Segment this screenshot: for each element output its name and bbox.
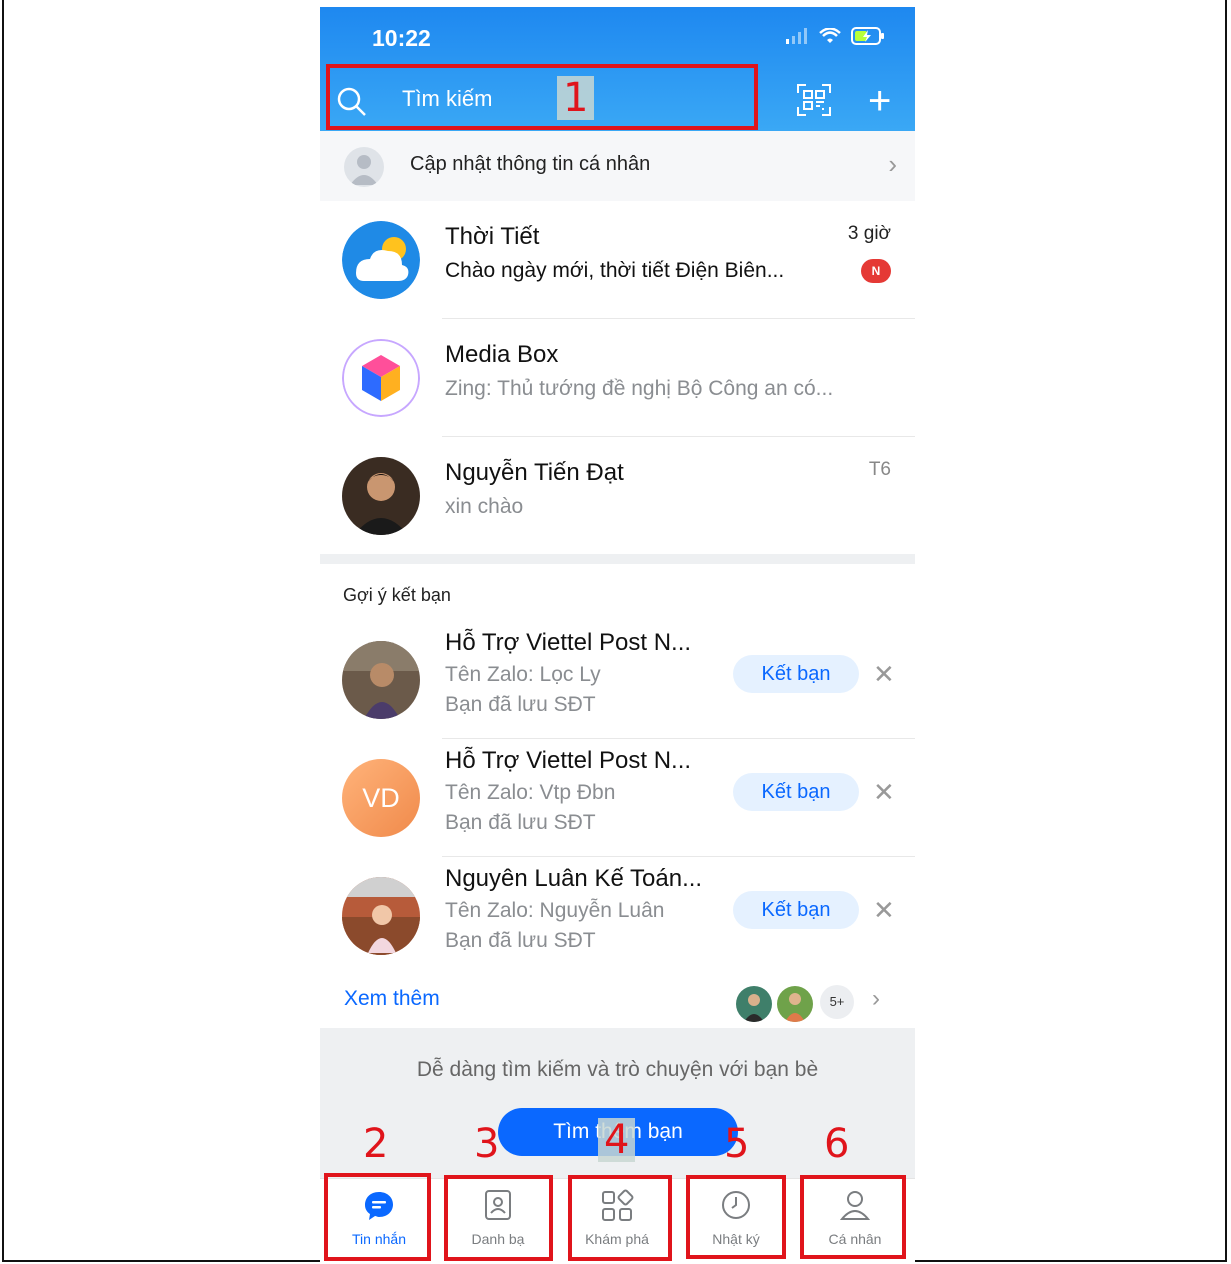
annotation-box-contacts [444,1175,553,1261]
chat-preview: xin chào [445,495,524,518]
chat-preview: Zing: Thủ tướng đề nghị Bộ Công an có... [445,377,834,400]
annotation-number: 4 [598,1118,636,1162]
media-box-avatar [342,339,420,417]
battery-icon [851,27,884,45]
weather-avatar [342,221,420,299]
status-time: 10:22 [372,25,431,51]
user-avatar [342,877,420,955]
annotation-number: 1 [557,76,595,120]
see-more-row[interactable]: Xem thêm 5+ › [320,977,915,1027]
add-friend-button[interactable]: Kết bạn [733,655,859,693]
chevron-right-icon: › [888,149,897,179]
chat-time: T6 [868,459,891,480]
annotation-number: 5 [724,1121,750,1167]
status-icons [785,27,885,45]
suggestion-name: Nguyên Luân Kế Toán... [445,865,703,892]
mini-avatar [775,984,815,1024]
suggestion-name: Hỗ Trợ Viettel Post N... [445,747,692,774]
find-friends-text: Dễ dàng tìm kiếm và trò chuyện với bạn b… [416,1058,819,1081]
update-profile-label: Cập nhật thông tin cá nhân [410,153,651,175]
update-profile-row[interactable]: Cập nhật thông tin cá nhân › [320,131,915,201]
saved-phone-note: Bạn đã lưu SĐT [445,929,596,952]
chat-item[interactable]: Nguyễn Tiến Đạt xin chào T6 [320,437,915,555]
zalo-name: Tên Zalo: Vtp Đbn [445,781,616,804]
add-icon[interactable]: + [868,81,891,121]
chat-item[interactable]: Media Box Zing: Thủ tướng đề nghị Bộ Côn… [320,319,915,437]
friend-suggestion: Nguyên Luân Kế Toán... Tên Zalo: Nguyễn … [320,857,915,975]
qr-scan-icon[interactable] [796,83,832,117]
annotation-number: 3 [474,1121,500,1167]
chat-name: Thời Tiết [445,223,540,250]
zalo-name: Tên Zalo: Lọc Ly [445,663,601,686]
friend-suggestion: Hỗ Trợ Viettel Post N... Tên Zalo: Lọc L… [320,621,915,739]
close-icon[interactable]: ✕ [873,773,895,811]
annotation-box-search [326,64,758,130]
signal-icon [786,28,807,44]
user-avatar [342,641,420,719]
chat-item[interactable]: Thời Tiết Chào ngày mới, thời tiết Điện … [320,201,915,319]
user-avatar [342,457,420,535]
new-badge: N [861,259,891,283]
initials-avatar: VD [342,759,420,837]
zalo-name: Tên Zalo: Nguyễn Luân [445,899,665,922]
profile-placeholder-avatar [344,147,384,187]
section-divider [320,554,915,564]
annotation-box-discover [568,1175,672,1261]
annotation-number: 6 [824,1121,850,1167]
wifi-icon [819,28,841,43]
add-friend-button[interactable]: Kết bạn [733,773,859,811]
chat-name: Media Box [445,341,559,368]
see-more-link[interactable]: Xem thêm [344,987,440,1011]
chevron-right-icon: › [872,985,880,1012]
saved-phone-note: Bạn đã lưu SĐT [445,811,596,834]
annotation-number: 2 [363,1121,389,1167]
close-icon[interactable]: ✕ [873,655,895,693]
suggestions-title: Gợi ý kết bạn [343,585,451,605]
chat-name: Nguyễn Tiến Đạt [445,459,624,486]
annotation-box-timeline [686,1175,786,1259]
avatar-initials: VD [362,783,400,813]
more-count-badge: 5+ [820,985,854,1019]
add-friend-button[interactable]: Kết bạn [733,891,859,929]
annotation-box-messages [324,1173,431,1261]
suggestion-name: Hỗ Trợ Viettel Post N... [445,629,692,656]
annotation-box-profile [800,1175,906,1259]
close-icon[interactable]: ✕ [873,891,895,929]
saved-phone-note: Bạn đã lưu SĐT [445,693,596,716]
chat-preview: Chào ngày mới, thời tiết Điện Biên... [445,259,785,282]
friend-suggestion: VD Hỗ Trợ Viettel Post N... Tên Zalo: Vt… [320,739,915,857]
phone-screen: 10:22 Tìm kiếm + Cập nhật thông tin cá n… [320,7,915,1264]
chat-time: 3 giờ [847,223,891,244]
mini-avatar [734,984,774,1024]
